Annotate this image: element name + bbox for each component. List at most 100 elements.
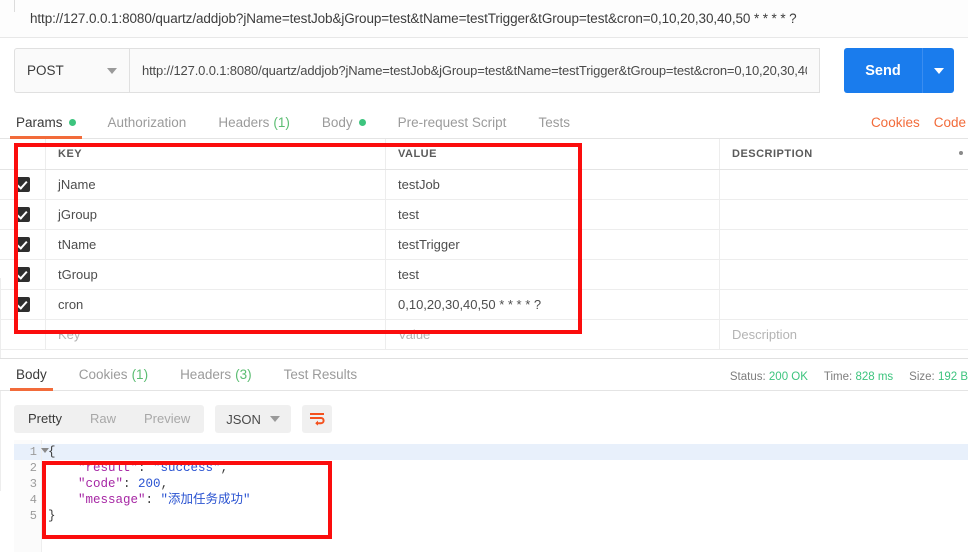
header-value: VALUE <box>398 148 437 160</box>
row-checkbox[interactable] <box>15 207 30 222</box>
response-body-viewer[interactable]: 1 2 3 4 5 { "result": "success", "code":… <box>14 440 968 552</box>
param-value[interactable]: test <box>398 267 419 282</box>
param-key[interactable]: jName <box>58 177 96 192</box>
line-number: 2 <box>29 461 37 475</box>
tab-headers-label: Headers <box>218 115 270 130</box>
cookies-link[interactable]: Cookies <box>871 115 920 130</box>
param-key[interactable]: tGroup <box>58 267 98 282</box>
view-mode-preview[interactable]: Preview <box>130 405 204 433</box>
code-link[interactable]: Code <box>934 115 966 130</box>
new-row-checkbox-cell <box>0 320 46 349</box>
time-label: Time: <box>823 371 853 383</box>
header-key: KEY <box>58 148 83 160</box>
code-line: } <box>42 508 968 524</box>
chevron-down-icon <box>269 416 280 422</box>
param-value[interactable]: 0,10,20,30,40,50 * * * * ? <box>398 297 541 312</box>
status-label: Status: <box>729 371 766 383</box>
param-value[interactable]: test <box>398 207 419 222</box>
response-tab-test-results-label: Test Results <box>283 367 358 382</box>
param-key[interactable]: jGroup <box>58 207 97 222</box>
code-token: : <box>123 477 139 491</box>
time-value: 828 ms <box>855 371 894 383</box>
tab-authorization-label: Authorization <box>107 115 187 130</box>
header-description: DESCRIPTION <box>732 148 813 160</box>
tab-pre-request-script[interactable]: Pre-request Script <box>382 115 523 138</box>
word-wrap-icon <box>309 413 325 426</box>
url-preview-text: http://127.0.0.1:8080/quartz/addjob?jNam… <box>30 11 797 26</box>
tab-body-label: Body <box>321 115 353 130</box>
strip-divider <box>14 0 15 12</box>
word-wrap-button[interactable] <box>301 405 332 433</box>
chevron-down-icon <box>107 67 117 74</box>
code-token: } <box>48 509 56 523</box>
response-tab-headers-label: Headers <box>180 367 232 382</box>
request-tab-bar-actions: Cookies Code <box>857 115 968 138</box>
send-options-dropdown[interactable] <box>922 48 954 93</box>
view-mode-toggle: Pretty Raw Preview <box>14 405 205 433</box>
code-line: { <box>42 444 968 460</box>
row-checkbox[interactable] <box>15 177 30 192</box>
tab-params[interactable]: Params <box>0 115 92 139</box>
code-token: , <box>220 461 229 475</box>
size-value: 192 B <box>937 371 968 383</box>
line-number: 5 <box>29 509 37 523</box>
tab-authorization[interactable]: Authorization <box>92 115 203 138</box>
row-checkbox[interactable] <box>15 237 30 252</box>
request-url-input[interactable]: http://127.0.0.1:8080/quartz/addjob?jNam… <box>129 48 820 93</box>
http-method-dropdown[interactable]: POST <box>14 48 129 93</box>
row-checkbox[interactable] <box>15 297 30 312</box>
tab-headers[interactable]: Headers (1) <box>202 115 306 138</box>
code-token: 200 <box>138 477 161 491</box>
response-format-dropdown[interactable]: JSON <box>215 405 291 433</box>
new-description-input[interactable]: Description <box>732 327 797 342</box>
response-tab-cookies-count: (1) <box>131 367 149 382</box>
tab-body[interactable]: Body <box>306 115 382 138</box>
param-key[interactable]: cron <box>58 297 83 312</box>
code-token: : <box>138 461 154 475</box>
response-tab-bar: Body Cookies (1) Headers (3) Test Result… <box>0 358 968 391</box>
row-checkbox[interactable] <box>15 267 30 282</box>
response-tab-headers-count: (3) <box>235 367 252 382</box>
tab-pre-request-script-label: Pre-request Script <box>397 115 507 130</box>
header-cell-checkbox <box>0 139 46 169</box>
send-button[interactable]: Send <box>844 48 922 93</box>
table-row: tGroup test <box>0 260 968 290</box>
request-url-value: http://127.0.0.1:8080/quartz/addjob?jNam… <box>142 63 807 78</box>
response-meta: Status: 200 OK Time: 828 ms Size: 192 B <box>714 371 968 390</box>
http-method-label: POST <box>27 63 64 78</box>
bulk-edit-icon[interactable] <box>959 151 963 155</box>
modified-dot-icon <box>358 119 366 126</box>
response-viewer-toolbar: Pretty Raw Preview JSON <box>14 404 344 434</box>
tab-tests-label: Tests <box>538 115 570 130</box>
code-token: "success" <box>153 461 221 475</box>
code-token: "result" <box>78 461 139 475</box>
table-row: jGroup test <box>0 200 968 230</box>
line-number: 3 <box>29 477 37 491</box>
postman-window: http://127.0.0.1:8080/quartz/addjob?jNam… <box>0 0 968 552</box>
response-tab-body[interactable]: Body <box>0 367 63 391</box>
param-value[interactable]: testJob <box>398 177 440 192</box>
response-tab-headers[interactable]: Headers (3) <box>164 367 268 390</box>
code-lines: { "result": "success", "code": 200, "mes… <box>42 440 968 552</box>
tab-tests[interactable]: Tests <box>522 115 586 138</box>
status-badge: Status: 200 OK <box>730 371 808 383</box>
response-tab-test-results[interactable]: Test Results <box>268 367 374 390</box>
size-badge: Size: 192 B <box>909 371 968 383</box>
modified-dot-icon <box>68 119 76 126</box>
param-key[interactable]: tName <box>58 237 96 252</box>
response-tab-cookies[interactable]: Cookies (1) <box>63 367 164 390</box>
view-mode-pretty[interactable]: Pretty <box>14 405 76 433</box>
code-token: "message" <box>78 493 146 507</box>
new-value-input[interactable]: Value <box>398 327 430 342</box>
code-fold-icon[interactable] <box>41 448 49 453</box>
param-value[interactable]: testTrigger <box>398 237 460 252</box>
view-mode-raw[interactable]: Raw <box>76 405 130 433</box>
line-number: 4 <box>29 493 37 507</box>
new-key-input[interactable]: Key <box>58 327 80 342</box>
tab-params-label: Params <box>16 115 63 130</box>
table-row: tName testTrigger <box>0 230 968 260</box>
table-row: cron 0,10,20,30,40,50 * * * * ? <box>0 290 968 320</box>
